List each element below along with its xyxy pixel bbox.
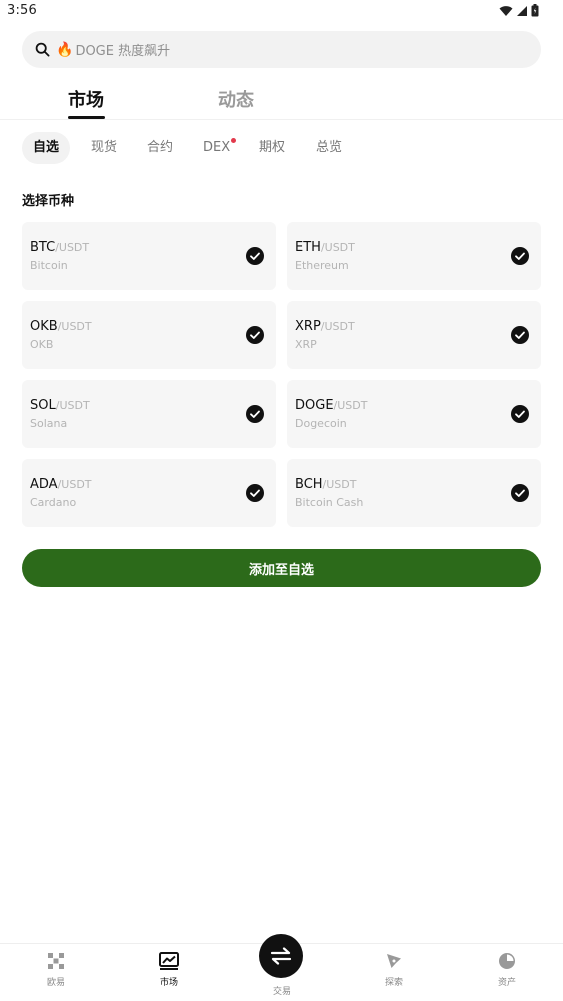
check-icon[interactable] [511,405,529,423]
nav-explore[interactable]: 探索 [364,952,424,988]
coin-name: OKB [30,338,54,351]
subtab-favorites[interactable]: 自选 [22,132,71,164]
market-chart-icon [159,952,179,970]
search-bar[interactable]: 🔥 DOGE 热度飙升 [22,31,541,68]
check-icon[interactable] [246,484,264,502]
coin-quote: /USDT [57,320,92,333]
coin-quote: /USDT [55,241,90,254]
subtab-futures[interactable]: 合约 [147,132,173,164]
subtab-options[interactable]: 期权 [259,132,285,164]
nav-label: 探索 [384,978,403,988]
main-tabs: 市场 动态 [0,80,563,120]
nav-okx[interactable]: 欧易 [26,952,86,988]
tab-market[interactable]: 市场 [68,86,104,112]
coin-name: Bitcoin [30,259,68,272]
search-icon [35,42,50,57]
check-icon[interactable] [511,247,529,265]
coin-card[interactable]: BTC/USDT Bitcoin [22,222,276,290]
sub-tabs: 自选 现货 合约 DEX 期权 总览 [22,132,542,164]
battery-icon [531,4,539,17]
status-bar: 3:56 [0,0,563,24]
nav-label: 市场 [159,978,178,988]
coin-card[interactable]: BCH/USDT Bitcoin Cash [287,459,541,527]
coin-card[interactable]: OKB/USDT OKB [22,301,276,369]
nav-label: 资产 [497,978,516,988]
coin-name: Bitcoin Cash [295,496,364,509]
section-title: 选择币种 [22,194,75,209]
subtab-dex[interactable]: DEX [203,132,237,164]
coin-quote: /USDT [322,478,357,491]
status-time: 3:56 [7,3,37,18]
fire-icon: 🔥 [56,41,74,58]
compass-icon [387,954,401,968]
nav-trade-button[interactable] [259,934,303,978]
coin-quote: /USDT [55,399,90,412]
coin-base: BTC [30,240,56,255]
check-icon[interactable] [246,405,264,423]
coin-quote: /USDT [57,478,92,491]
coin-card[interactable]: XRP/USDT XRP [287,301,541,369]
coin-card[interactable]: ETH/USDT Ethereum [287,222,541,290]
coin-base: BCH [295,477,323,492]
coin-name: Solana [30,417,68,430]
subtab-spot[interactable]: 现货 [91,132,117,164]
status-icons [499,4,539,17]
nav-assets[interactable]: 资产 [477,952,537,988]
check-icon[interactable] [511,326,529,344]
coin-base: SOL [30,398,56,413]
okx-logo-icon [48,953,64,969]
subtab-overview[interactable]: 总览 [316,132,342,164]
pie-chart-icon [499,953,515,969]
check-icon[interactable] [246,326,264,344]
nav-label: 欧易 [46,978,65,988]
signal-icon [517,5,527,16]
coin-base: ADA [30,477,58,492]
coin-quote: /USDT [333,399,368,412]
active-tab-indicator [68,116,105,119]
search-hint: DOGE 热度飙升 [75,44,171,59]
coin-base: OKB [30,319,58,334]
nav-market[interactable]: 市场 [139,952,199,988]
check-icon[interactable] [246,247,264,265]
coin-name: Ethereum [295,259,349,272]
add-to-favorites-button[interactable]: 添加至自选 [22,549,541,587]
notification-dot [231,138,237,143]
coin-base: ETH [295,240,321,255]
check-icon[interactable] [511,484,529,502]
coin-card[interactable]: SOL/USDT Solana [22,380,276,448]
coin-quote: /USDT [320,320,355,333]
nav-label: 交易 [272,987,291,997]
coin-base: XRP [295,319,321,334]
tab-feed[interactable]: 动态 [218,86,254,112]
coin-base: DOGE [295,398,334,413]
coin-quote: /USDT [320,241,355,254]
bottom-nav: 欧易 市场 交易 探索 资产 [0,934,563,1001]
coin-card[interactable]: DOGE/USDT Dogecoin [287,380,541,448]
coin-name: Dogecoin [295,417,347,430]
coin-name: Cardano [30,496,77,509]
swap-arrows-icon [270,947,292,965]
subtab-dex-label: DEX [203,140,231,155]
coin-name: XRP [295,338,317,351]
wifi-icon [499,5,513,16]
coin-card[interactable]: ADA/USDT Cardano [22,459,276,527]
